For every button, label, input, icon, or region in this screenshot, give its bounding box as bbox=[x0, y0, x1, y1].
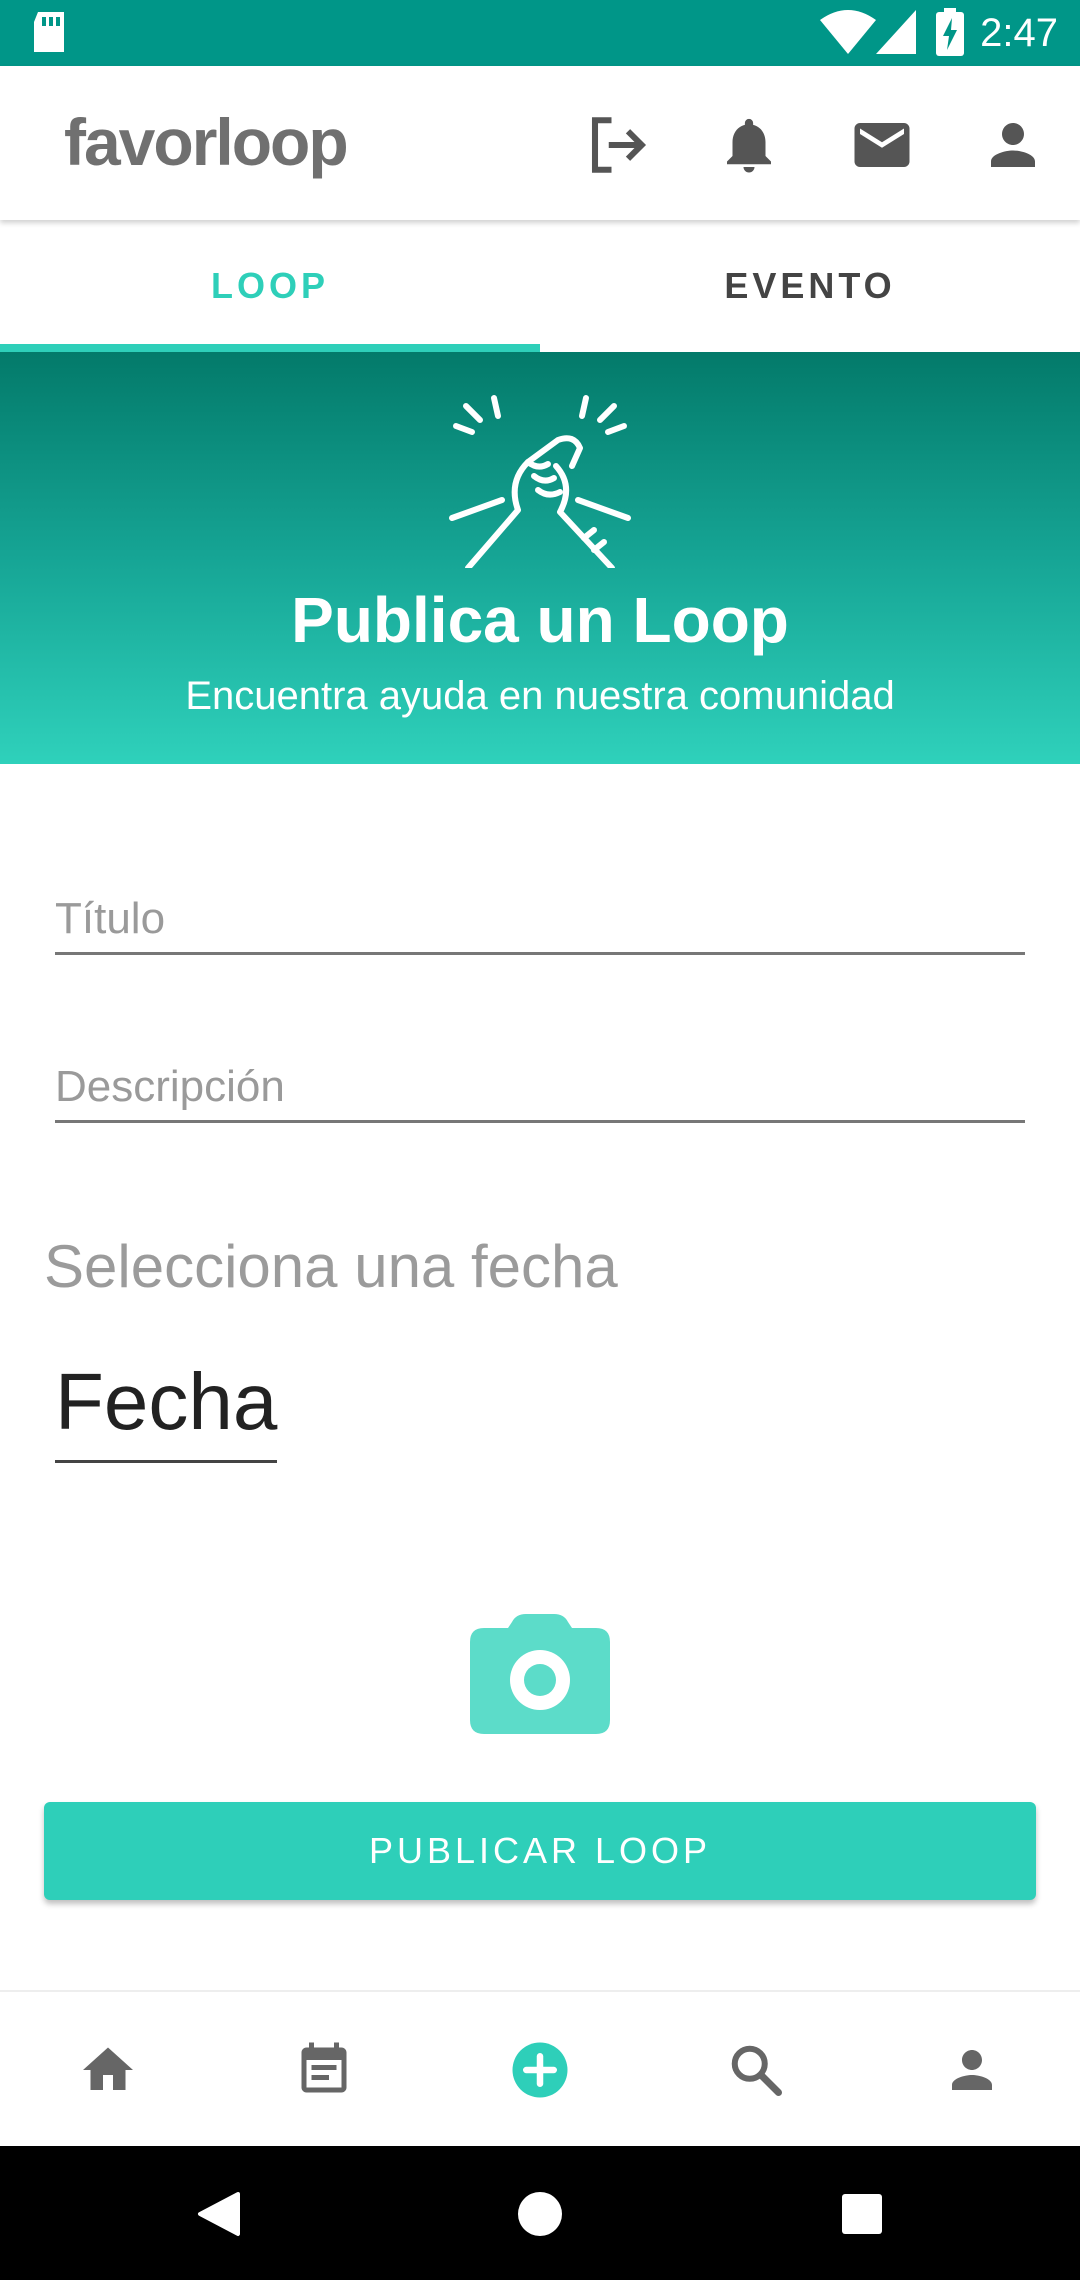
tab-bar: LOOP EVENTO bbox=[0, 220, 1080, 352]
hero-title: Publica un Loop bbox=[291, 584, 789, 656]
hero-subtitle: Encuentra ayuda en nuestra comunidad bbox=[185, 674, 895, 718]
handshake-icon bbox=[449, 395, 631, 568]
person-icon[interactable] bbox=[942, 2040, 1002, 2100]
wifi-icon bbox=[820, 10, 876, 54]
tab-evento[interactable]: EVENTO bbox=[540, 220, 1080, 352]
bell-icon[interactable] bbox=[716, 112, 782, 178]
title-placeholder: Título bbox=[55, 894, 166, 943]
date-field[interactable]: Fecha bbox=[55, 1352, 277, 1463]
home-icon[interactable] bbox=[78, 2040, 138, 2100]
title-field[interactable]: Título bbox=[55, 892, 1025, 955]
signal-icon bbox=[876, 10, 916, 54]
tab-loop[interactable]: LOOP bbox=[0, 220, 540, 352]
calendar-icon[interactable] bbox=[294, 2040, 354, 2100]
hero-banner: Publica un Loop Encuentra ayuda en nuest… bbox=[0, 352, 1080, 764]
sd-card-icon bbox=[34, 12, 64, 52]
description-field[interactable]: Descripción bbox=[55, 1060, 1025, 1123]
bottom-navigation bbox=[0, 1990, 1080, 2148]
profile-icon[interactable] bbox=[980, 112, 1046, 178]
recents-icon[interactable] bbox=[840, 2192, 884, 2236]
app-bar: favorloop bbox=[0, 66, 1080, 220]
status-time: 2:47 bbox=[980, 11, 1058, 55]
battery-icon bbox=[936, 8, 964, 56]
date-heading: Selecciona una fecha bbox=[44, 1233, 618, 1300]
active-tab-indicator bbox=[0, 344, 540, 352]
back-icon[interactable] bbox=[196, 2190, 240, 2238]
search-icon[interactable] bbox=[726, 2040, 786, 2100]
publish-loop-button[interactable]: PUBLICAR LOOP bbox=[44, 1802, 1036, 1900]
description-placeholder: Descripción bbox=[55, 1062, 285, 1111]
logout-icon[interactable] bbox=[584, 112, 650, 178]
date-value: Fecha bbox=[55, 1357, 278, 1446]
system-navigation-bar bbox=[0, 2146, 1080, 2280]
home-button-icon[interactable] bbox=[516, 2190, 564, 2238]
add-circle-icon[interactable] bbox=[510, 2040, 570, 2100]
status-bar: 2:47 bbox=[0, 0, 1080, 66]
app-logo: favorloop bbox=[64, 105, 349, 179]
camera-icon[interactable] bbox=[470, 1614, 610, 1734]
mail-icon[interactable] bbox=[849, 112, 915, 178]
